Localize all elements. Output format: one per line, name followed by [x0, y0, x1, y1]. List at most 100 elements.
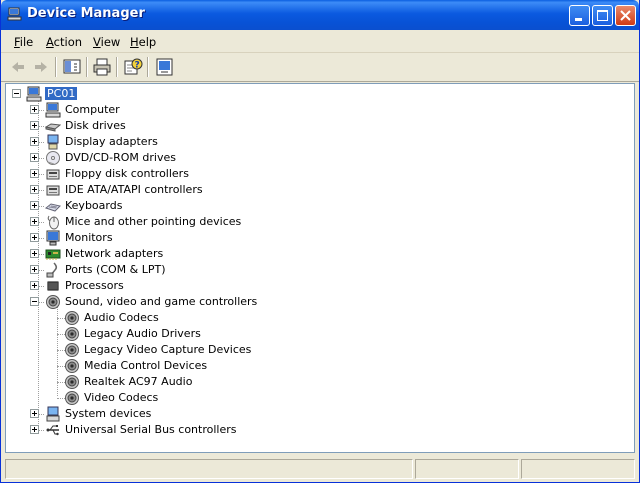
- expand-toggle[interactable]: [30, 425, 39, 434]
- expand-toggle[interactable]: [30, 233, 39, 242]
- tree-item-ports-com-lpt[interactable]: Ports (COM & LPT): [6, 262, 606, 278]
- ide-controller-icon: [46, 185, 60, 196]
- port-icon: [46, 262, 58, 278]
- tree-subitem-label: Media Control Devices: [84, 359, 208, 372]
- tree-item-universal-serial-bus-controllers[interactable]: Universal Serial Bus controllers: [6, 422, 606, 438]
- tree-item-sound-video-and-game-controllers[interactable]: Sound, video and game controllers: [6, 294, 606, 310]
- monitor-icon: [46, 230, 60, 246]
- close-button[interactable]: [615, 5, 636, 26]
- menu-action[interactable]: Action: [46, 35, 82, 49]
- menu-help[interactable]: Help: [130, 35, 156, 49]
- toolbar-separator: [147, 57, 149, 77]
- help-icon[interactable]: ?: [122, 57, 144, 77]
- minimize-button[interactable]: [569, 5, 590, 26]
- expand-toggle[interactable]: [30, 105, 39, 114]
- expand-toggle[interactable]: [30, 265, 39, 274]
- tree-item-label: DVD/CD-ROM drives: [65, 151, 176, 164]
- menu-file[interactable]: File: [14, 35, 33, 49]
- tree-item-label: Ports (COM & LPT): [65, 263, 166, 276]
- mouse-icon: [47, 215, 59, 230]
- device-tree[interactable]: PC01 Computer Disk drives Display adapters…: [5, 83, 635, 453]
- properties-icon[interactable]: [154, 57, 176, 77]
- tree-subitem-label: Realtek AC97 Audio: [84, 375, 193, 388]
- expand-toggle[interactable]: [30, 201, 39, 210]
- disk-drive-icon: [45, 123, 61, 132]
- status-cell-main: [5, 459, 413, 479]
- tree-item-label: Floppy disk controllers: [65, 167, 189, 180]
- tree-item-label: Keyboards: [65, 199, 123, 212]
- network-adapter-icon: [45, 249, 61, 260]
- cdrom-icon: [46, 151, 60, 165]
- tree-root-pc01[interactable]: PC01: [6, 86, 306, 102]
- tree-item-label: Processors: [65, 279, 124, 292]
- tree-item-floppy-disk-controllers[interactable]: Floppy disk controllers: [6, 166, 606, 182]
- tree-item-disk-drives[interactable]: Disk drives: [6, 118, 606, 134]
- tree-item-label: Network adapters: [65, 247, 164, 260]
- tree-item-label: Monitors: [65, 231, 113, 244]
- toolbar: ?: [1, 53, 639, 82]
- tree-item-ide-ata-atapi-controllers[interactable]: IDE ATA/ATAPI controllers: [6, 182, 606, 198]
- tree-subitem-video-codecs[interactable]: Video Codecs: [6, 390, 606, 406]
- tree-item-network-adapters[interactable]: Network adapters: [6, 246, 606, 262]
- speaker-icon: [65, 311, 79, 325]
- speaker-icon: [65, 327, 79, 341]
- tree-item-dvd-cd-rom-drives[interactable]: DVD/CD-ROM drives: [6, 150, 606, 166]
- tree-item-monitors[interactable]: Monitors: [6, 230, 606, 246]
- tree-item-label: Universal Serial Bus controllers: [65, 423, 237, 436]
- computer-icon: [26, 86, 42, 102]
- maximize-button[interactable]: [592, 5, 613, 26]
- tree-item-system-devices[interactable]: System devices: [6, 406, 606, 422]
- tree-subitem-legacy-audio-drivers[interactable]: Legacy Audio Drivers: [6, 326, 606, 342]
- expand-toggle[interactable]: [30, 185, 39, 194]
- window-title: Device Manager: [27, 6, 145, 21]
- title-bar[interactable]: Device Manager: [1, 0, 639, 30]
- collapse-toggle[interactable]: [30, 297, 39, 306]
- tree-subitem-realtek-ac97-audio[interactable]: Realtek AC97 Audio: [6, 374, 606, 390]
- svg-text:?: ?: [135, 61, 140, 71]
- expand-toggle[interactable]: [30, 137, 39, 146]
- tree-item-computer[interactable]: Computer: [6, 102, 606, 118]
- tree-item-label: Disk drives: [65, 119, 126, 132]
- tree-subitem-label: Audio Codecs: [84, 311, 159, 324]
- tree-subitem-media-control-devices[interactable]: Media Control Devices: [6, 358, 606, 374]
- speaker-icon: [65, 375, 79, 389]
- tree-item-display-adapters[interactable]: Display adapters: [6, 134, 606, 150]
- tree-subitem-legacy-video-capture-devices[interactable]: Legacy Video Capture Devices: [6, 342, 606, 358]
- tree-subitem-audio-codecs[interactable]: Audio Codecs: [6, 310, 606, 326]
- usb-icon: [46, 425, 59, 436]
- maximize-icon: [597, 10, 608, 21]
- speaker-icon: [65, 391, 79, 405]
- collapse-toggle[interactable]: [12, 89, 21, 98]
- expand-toggle[interactable]: [30, 249, 39, 258]
- tree-item-label: IDE ATA/ATAPI controllers: [65, 183, 203, 196]
- toolbar-separator: [55, 57, 57, 77]
- computer-icon: [45, 102, 61, 118]
- tree-item-processors[interactable]: Processors: [6, 278, 606, 294]
- tree-item-label: Sound, video and game controllers: [65, 295, 258, 308]
- floppy-controller-icon: [46, 169, 60, 180]
- expand-toggle[interactable]: [30, 409, 39, 418]
- menu-view[interactable]: View: [93, 35, 120, 49]
- show-hide-console-tree-icon[interactable]: [61, 57, 83, 77]
- speaker-icon: [46, 295, 60, 309]
- toolbar-separator: [116, 57, 118, 77]
- speaker-icon: [65, 359, 79, 373]
- device-manager-icon: [7, 7, 22, 21]
- print-icon[interactable]: [91, 57, 113, 77]
- expand-toggle[interactable]: [30, 169, 39, 178]
- tree-subitem-label: Video Codecs: [84, 391, 159, 404]
- expand-toggle[interactable]: [30, 121, 39, 130]
- tree-item-label: Mice and other pointing devices: [65, 215, 242, 228]
- status-bar: [1, 456, 639, 482]
- expand-toggle[interactable]: [30, 281, 39, 290]
- expand-toggle[interactable]: [30, 217, 39, 226]
- speaker-icon: [65, 343, 79, 357]
- back-icon[interactable]: [7, 57, 29, 77]
- tree-root-label: PC01: [45, 87, 78, 100]
- minimize-icon: [575, 18, 582, 21]
- tree-item-mice-and-other-pointing-devices[interactable]: Mice and other pointing devices: [6, 214, 606, 230]
- close-icon: [620, 10, 631, 21]
- tree-item-keyboards[interactable]: Keyboards: [6, 198, 606, 214]
- expand-toggle[interactable]: [30, 153, 39, 162]
- forward-icon[interactable]: [30, 57, 52, 77]
